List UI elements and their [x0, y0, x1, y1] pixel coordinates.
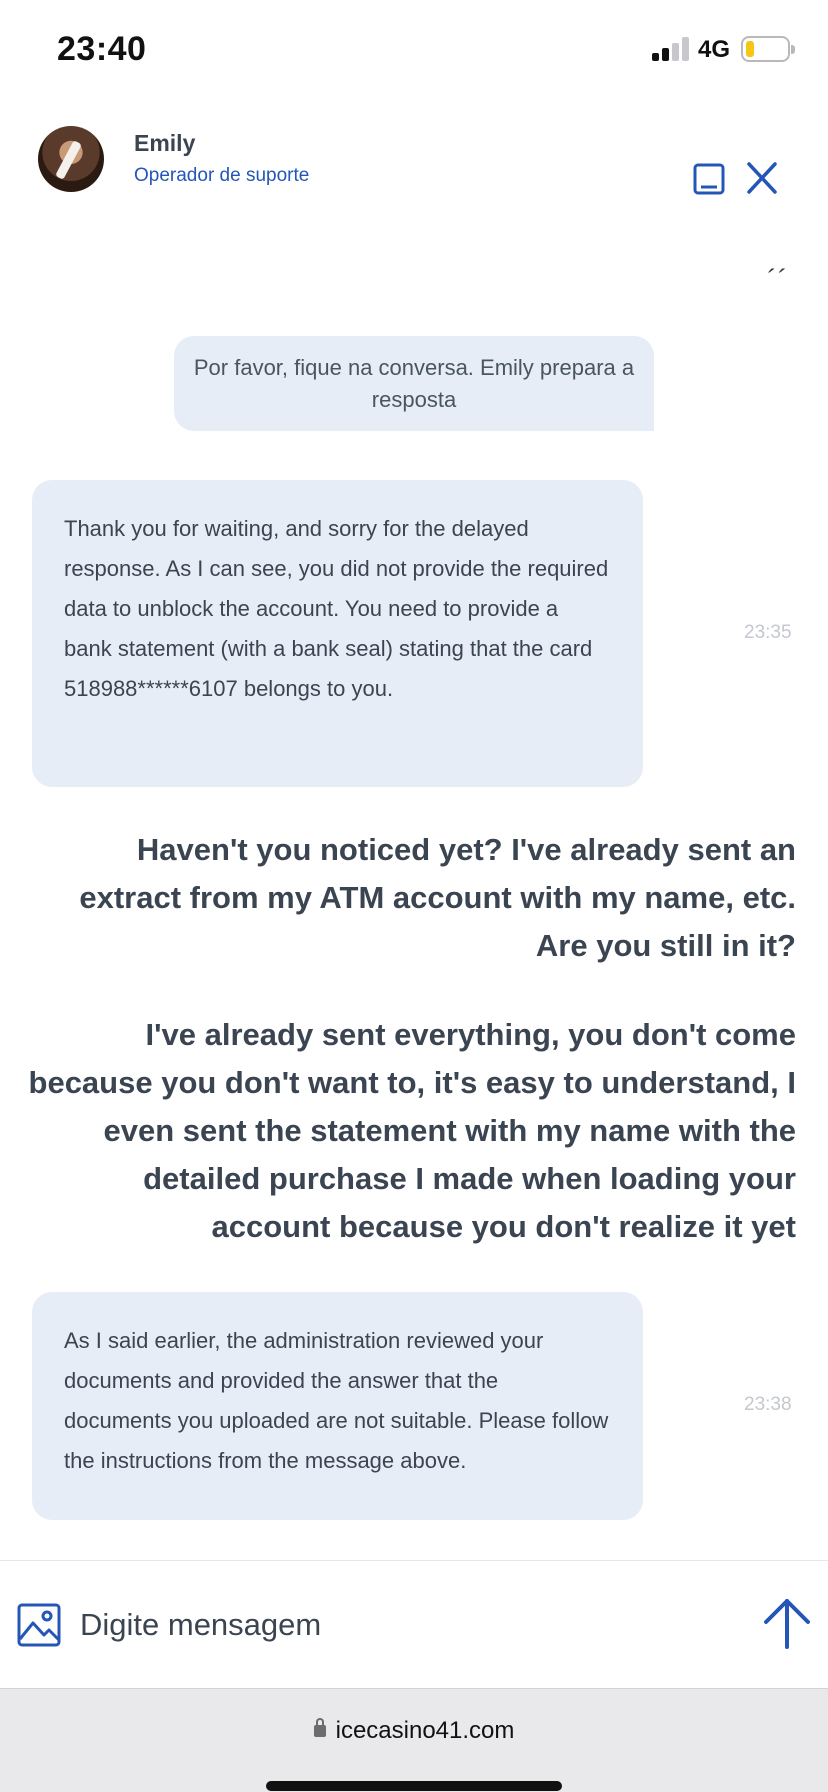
close-icon	[747, 162, 777, 194]
address-field[interactable]: icecasino41.com	[0, 1717, 828, 1745]
message-timestamp: 23:35	[744, 622, 792, 643]
user-message: Haven't you noticed yet? I've already se…	[79, 832, 796, 963]
system-message: Por favor, fique na conversa. Emily prep…	[174, 336, 654, 431]
status-time: 23:40	[57, 30, 147, 68]
agent-message: Thank you for waiting, and sorry for the…	[32, 480, 643, 787]
home-indicator[interactable]	[266, 1781, 562, 1791]
minimize-icon	[693, 163, 725, 195]
signal-icon	[652, 37, 690, 61]
send-arrow-icon	[764, 1599, 810, 1649]
close-button[interactable]	[746, 160, 778, 196]
attach-image-button[interactable]	[17, 1603, 61, 1647]
typing-indicator: ´´	[766, 264, 788, 294]
lock-icon	[313, 1718, 326, 1737]
image-attach-icon	[17, 1603, 61, 1647]
message-timestamp: 23:38	[744, 1394, 792, 1415]
url-text: icecasino41.com	[335, 1717, 515, 1744]
network-type: 4G	[698, 36, 731, 63]
message-composer	[0, 1560, 828, 1688]
agent-message: As I said earlier, the administration re…	[32, 1292, 643, 1520]
agent-name: Emily	[134, 130, 196, 156]
minimize-button[interactable]	[693, 163, 725, 195]
battery-icon	[741, 36, 795, 62]
user-message: I've already sent everything, you don't …	[28, 1017, 796, 1244]
agent-role: Operador de suporte	[134, 165, 310, 186]
status-bar: 23:40 4G	[0, 0, 828, 100]
message-input[interactable]	[80, 1601, 640, 1649]
send-button[interactable]	[762, 1597, 812, 1649]
browser-address-bar[interactable]: icecasino41.com	[0, 1688, 828, 1792]
avatar	[38, 126, 104, 192]
chat-header: Emily Operador de suporte	[0, 110, 828, 220]
